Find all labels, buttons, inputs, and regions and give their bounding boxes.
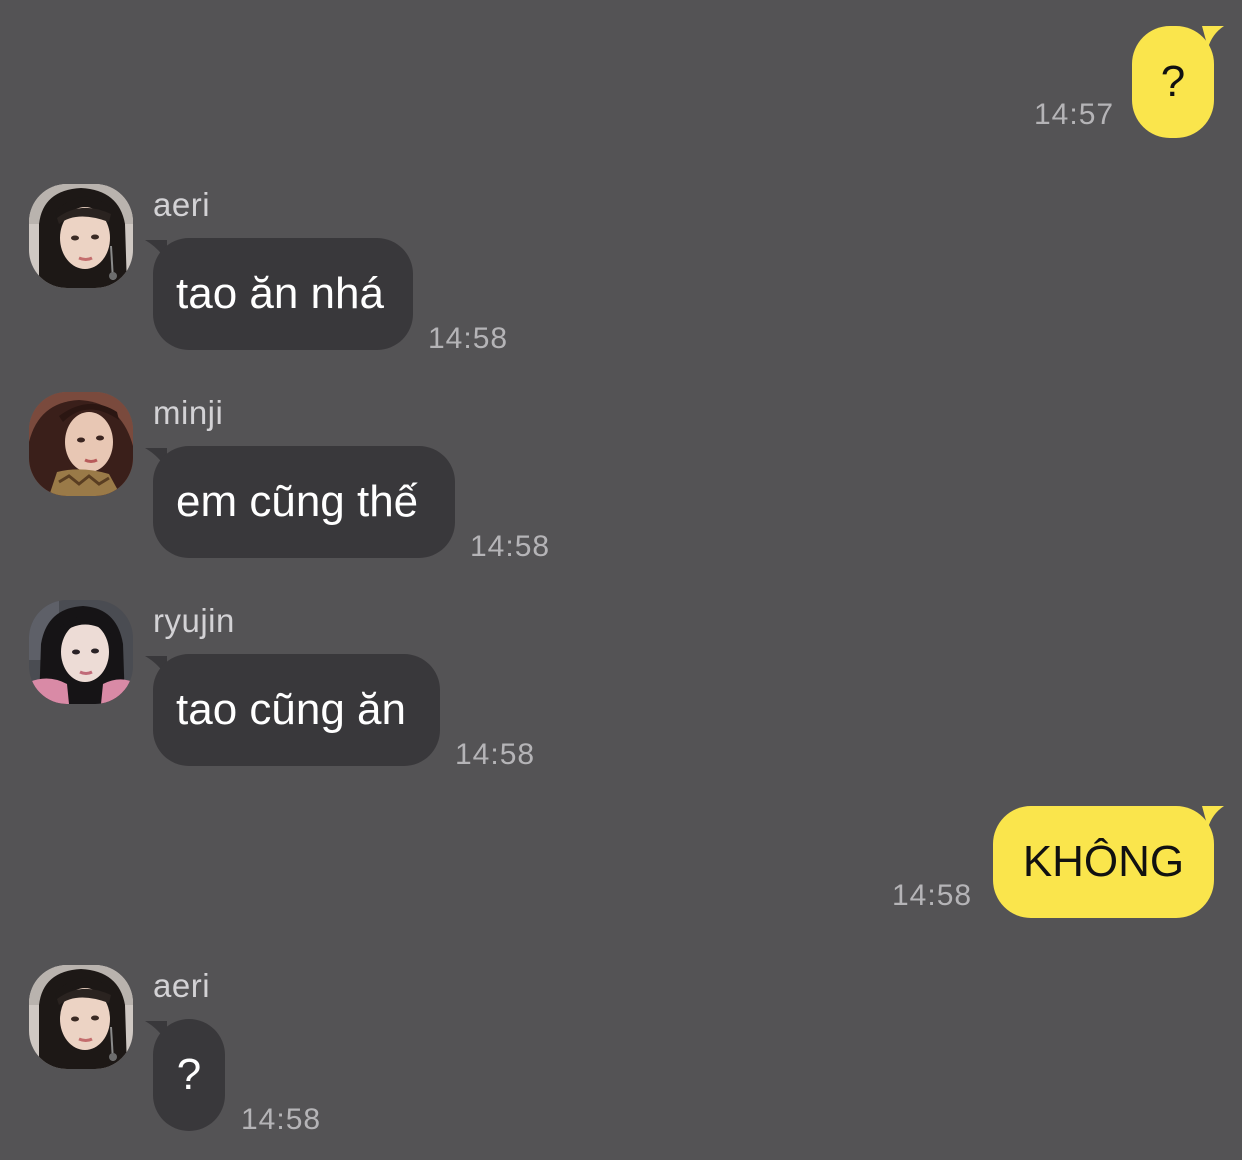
message-timestamp: 14:58 [241,1103,322,1136]
sender-name: aeri [153,186,211,223]
avatar-ryujin[interactable] [29,600,133,704]
avatar-minji[interactable] [29,392,133,496]
message-timestamp: 14:58 [892,879,973,912]
sender-name: minji [153,394,224,431]
outgoing-message-bubble[interactable]: KHÔNG [993,806,1214,918]
incoming-message-bubble[interactable]: tao cũng ăn [153,654,440,766]
bubble-tail [1202,26,1224,48]
incoming-message-bubble[interactable]: tao ăn nhá [153,238,413,350]
avatar-aeri[interactable] [29,965,133,1069]
sender-name: ryujin [153,602,235,639]
incoming-message-bubble[interactable]: ? [153,1019,225,1131]
bubble-tail [1202,806,1224,828]
message-timestamp: 14:58 [428,322,509,355]
message-timestamp: 14:58 [470,530,551,563]
incoming-message-bubble[interactable]: em cũng thế [153,446,455,558]
message-timestamp: 14:57 [1034,98,1115,131]
sender-name: aeri [153,967,211,1004]
avatar-aeri[interactable] [29,184,133,288]
message-timestamp: 14:58 [455,738,536,771]
